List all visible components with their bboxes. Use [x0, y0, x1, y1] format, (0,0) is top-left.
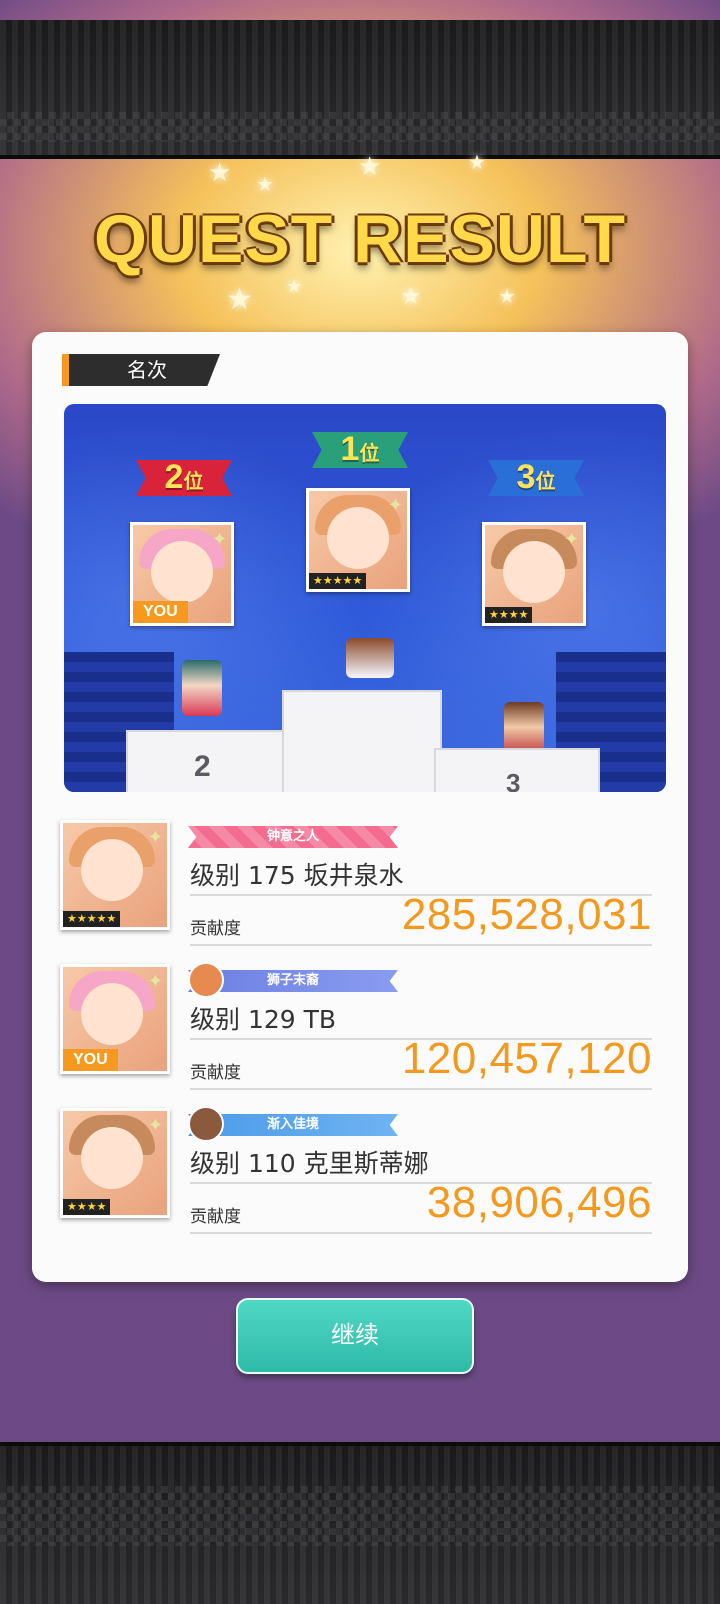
star-icon: ★ — [468, 150, 486, 174]
face — [327, 507, 389, 569]
result-row-3: ✦ ★★★★ 渐入佳境 级别 110 克里斯蒂娜 贡献度 38,906,496 — [60, 1106, 654, 1240]
portrait-rank-1: ✦ ★★★★★ — [306, 488, 410, 592]
section-tag-rank: 名次 — [62, 354, 220, 386]
level-value: 175 — [247, 861, 296, 890]
star-rating: ★★★★ — [485, 607, 533, 623]
podium-1 — [282, 690, 442, 792]
divider — [190, 1232, 652, 1234]
star-icon: ★ — [208, 158, 232, 188]
face — [81, 839, 143, 901]
podium-number-3: 3 — [506, 768, 521, 792]
star-rating: ★★★★★ — [63, 911, 121, 927]
portrait-row-2: ✦ YOU — [60, 964, 170, 1074]
rank-ribbon-3: 3位 — [488, 460, 584, 496]
level-value: 129 — [247, 1005, 296, 1034]
sparkle-icon: ✦ — [147, 827, 163, 848]
player-name: 克里斯蒂娜 — [303, 1149, 429, 1178]
sprite-player-2 — [182, 660, 222, 716]
result-row-1: ✦ ★★★★★ 钟意之人 级别 175 坂井泉水 贡献度 285,528,031 — [60, 820, 654, 952]
star-icon: ★ — [256, 172, 274, 196]
rank-ribbon-2: 2位 — [136, 460, 232, 496]
player-name: 坂井泉水 — [303, 861, 404, 890]
face — [151, 541, 213, 603]
portrait-row-3: ✦ ★★★★ — [60, 1108, 170, 1218]
star-icon: ★ — [358, 152, 382, 182]
you-badge: YOU — [133, 601, 188, 623]
result-row-2: ✦ YOU 狮子末裔 级别 129 TB 贡献度 120,457,120 — [60, 962, 654, 1096]
sparkle-icon: ✦ — [211, 529, 227, 550]
star-rating: ★★★★★ — [309, 573, 367, 589]
level-label: 级别 — [190, 1005, 241, 1034]
checker-pattern — [0, 1486, 720, 1546]
result-card: 名次 2位 1位 3位 ✦ YOU ✦ ★★★★★ ✦ ★★★★ 2 3 ✦ ★… — [32, 332, 688, 1282]
level-label: 级别 — [190, 1149, 241, 1178]
contribution-label: 贡献度 — [190, 1207, 241, 1227]
face — [81, 1127, 143, 1189]
sparkle-icon: ✦ — [387, 495, 403, 516]
star-icon: ★ — [400, 282, 422, 310]
face — [503, 541, 565, 603]
title-badge: 钟意之人 — [188, 826, 398, 848]
contribution-label: 贡献度 — [190, 919, 241, 939]
continue-button[interactable]: 继续 — [236, 1298, 474, 1374]
quest-result-title: QUEST RESULT — [93, 201, 627, 277]
contribution-value: 38,906,496 — [426, 1178, 652, 1227]
level-label: 级别 — [190, 861, 241, 890]
level-value: 110 — [247, 1149, 296, 1178]
star-rating: ★★★★ — [63, 1199, 111, 1215]
lion-icon — [188, 962, 224, 998]
contribution-label: 贡献度 — [190, 1063, 241, 1083]
divider — [190, 1088, 652, 1090]
podium-scene: 2位 1位 3位 ✦ YOU ✦ ★★★★★ ✦ ★★★★ 2 3 — [64, 404, 666, 792]
badge-icon — [188, 1106, 224, 1142]
you-badge: YOU — [63, 1049, 118, 1071]
player-name: TB — [303, 1005, 337, 1034]
face — [81, 983, 143, 1045]
star-icon: ★ — [498, 284, 516, 308]
contribution-value: 285,528,031 — [401, 890, 652, 939]
contribution-value: 120,457,120 — [401, 1034, 652, 1083]
sprite-player-1 — [346, 638, 394, 678]
star-icon: ★ — [286, 276, 303, 297]
checker-pattern — [0, 112, 720, 142]
podium-number-2: 2 — [194, 750, 211, 783]
bottom-frame — [0, 1442, 720, 1604]
top-frame — [0, 20, 720, 159]
divider — [190, 944, 652, 946]
portrait-rank-2: ✦ YOU — [130, 522, 234, 626]
portrait-rank-3: ✦ ★★★★ — [482, 522, 586, 626]
portrait-row-1: ✦ ★★★★★ — [60, 820, 170, 930]
sparkle-icon: ✦ — [147, 1115, 163, 1136]
sparkle-icon: ✦ — [147, 971, 163, 992]
star-icon: ★ — [226, 282, 253, 317]
rank-ribbon-1: 1位 — [312, 432, 408, 468]
sparkle-icon: ✦ — [563, 529, 579, 550]
